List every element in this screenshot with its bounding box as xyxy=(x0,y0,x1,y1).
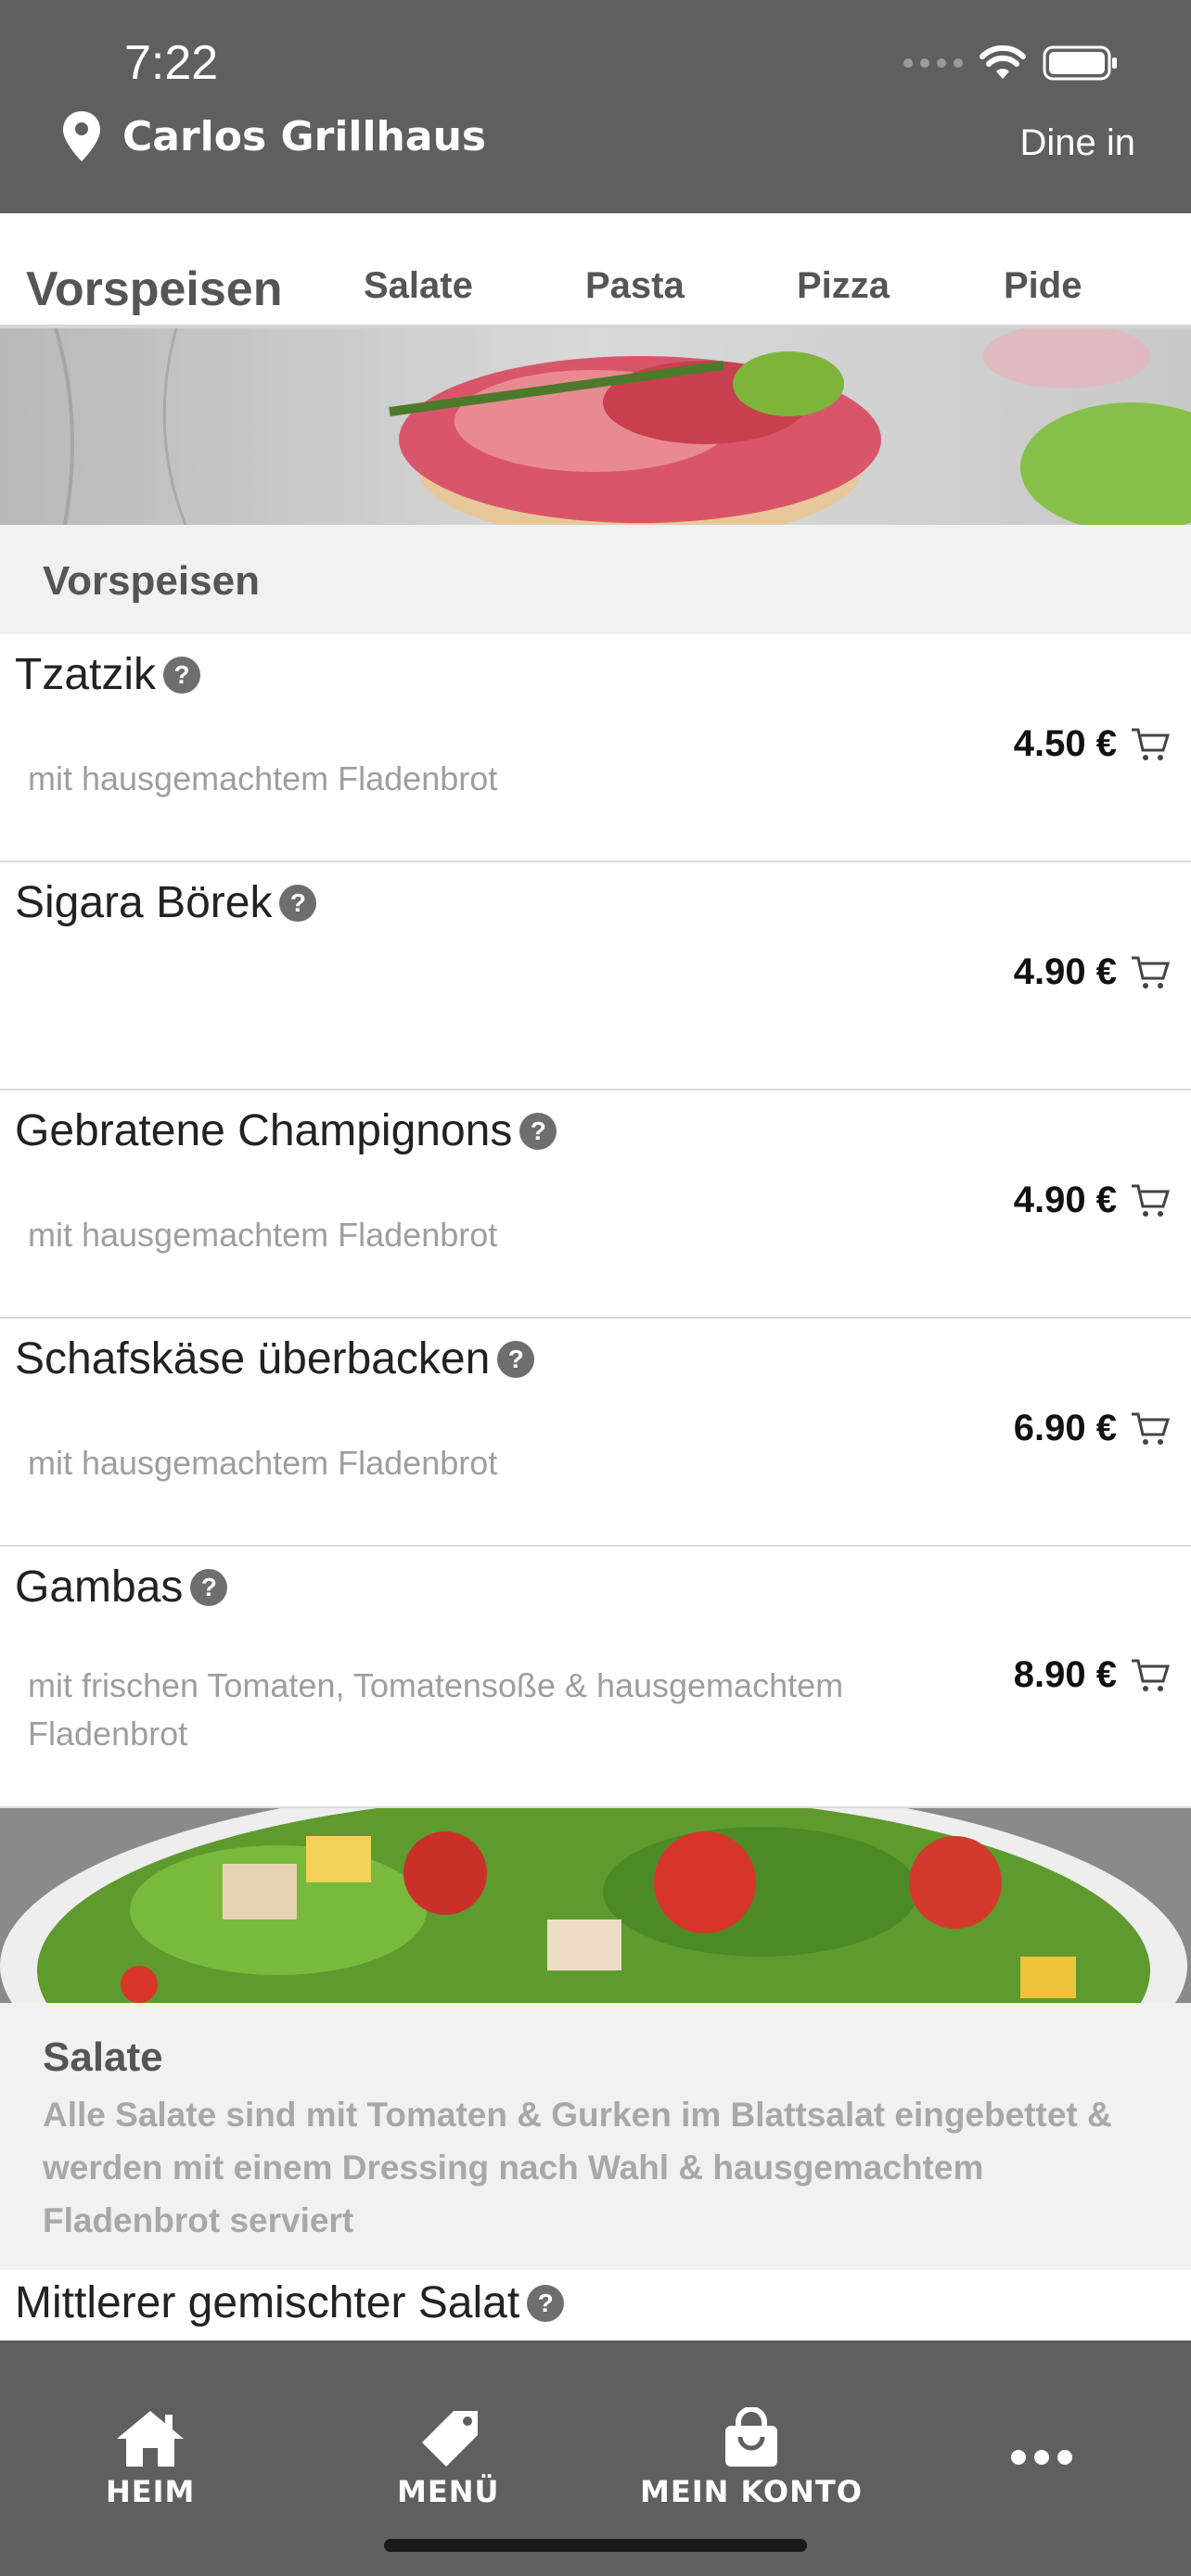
item-description: mit hausgemachtem Fladenbrot xyxy=(28,1444,498,1482)
nav-account[interactable]: MEIN KONTO xyxy=(640,2407,863,2509)
app-header: 7:22 Carlos Grillhaus Dine in xyxy=(0,0,1191,213)
dine-mode-toggle[interactable]: Dine in xyxy=(1019,122,1135,164)
item-name: Gebratene Champignons? xyxy=(15,1105,557,1156)
tab-salate[interactable]: Salate xyxy=(364,265,473,307)
item-price[interactable]: 6.90 € xyxy=(1014,1408,1171,1449)
nav-home[interactable]: HEIM xyxy=(106,2407,195,2509)
item-price[interactable]: 4.90 € xyxy=(1014,1180,1171,1221)
status-time: 7:22 xyxy=(124,36,219,90)
location-pin-icon xyxy=(63,111,100,161)
item-price[interactable]: 8.90 € xyxy=(1014,1654,1171,1696)
menu-item[interactable]: Sigara Börek? 4.90 € xyxy=(0,862,1191,1090)
shopping-bag-icon xyxy=(724,2407,777,2467)
item-name: Mittlerer gemischter Salat? xyxy=(15,2277,565,2328)
item-name: Sigara Börek? xyxy=(15,877,317,928)
nav-menu[interactable]: MENÜ xyxy=(397,2407,499,2509)
cart-icon xyxy=(1132,1184,1171,1217)
nav-label: HEIM xyxy=(106,2474,196,2509)
home-indicator xyxy=(384,2539,807,2552)
item-description: mit hausgemachtem Fladenbrot xyxy=(28,1216,498,1254)
section-header-vorspeisen: Vorspeisen xyxy=(0,525,1191,634)
menu-item[interactable]: Tzatzik? mit hausgemachtem Fladenbrot 4.… xyxy=(0,634,1191,862)
cart-icon xyxy=(1132,1412,1171,1445)
help-icon[interactable]: ? xyxy=(279,884,317,922)
tab-pide[interactable]: Pide xyxy=(1004,265,1082,307)
help-icon[interactable]: ? xyxy=(163,656,201,694)
item-name: Schafskäse überbacken? xyxy=(15,1333,535,1384)
item-description: mit frischen Tomaten, Tomatensoße & haus… xyxy=(28,1666,844,1753)
menu-item[interactable]: Gambas? mit frischen Tomaten, Tomatensoß… xyxy=(0,1547,1191,1808)
item-name: Tzatzik? xyxy=(15,649,201,700)
vorspeisen-banner-image xyxy=(0,328,1191,525)
section-title: Salate xyxy=(43,2034,163,2080)
wifi-icon xyxy=(980,45,1026,79)
section-header-salate: Salate Alle Salate sind mit Tomaten & Gu… xyxy=(0,2003,1191,2270)
home-icon xyxy=(117,2411,185,2467)
status-icons xyxy=(903,45,1119,82)
help-icon[interactable]: ? xyxy=(519,1112,557,1150)
item-description: mit hausgemachtem Fladenbrot xyxy=(28,759,498,797)
tab-vorspeisen[interactable]: Vorspeisen xyxy=(26,261,282,317)
tab-pasta[interactable]: Pasta xyxy=(585,265,685,307)
category-tabs: Vorspeisen Salate Pasta Pizza Pide xyxy=(0,213,1191,328)
salate-banner-image xyxy=(0,1808,1191,2003)
help-icon[interactable]: ? xyxy=(190,1568,228,1606)
item-price[interactable]: 4.50 € xyxy=(1014,723,1171,765)
help-icon[interactable]: ? xyxy=(527,2284,565,2322)
signal-icon xyxy=(903,58,963,68)
item-price[interactable]: 4.90 € xyxy=(1014,951,1171,993)
tab-pizza[interactable]: Pizza xyxy=(797,265,890,307)
battery-icon xyxy=(1043,45,1117,81)
store-name: Carlos Grillhaus xyxy=(122,112,487,160)
cart-icon xyxy=(1132,956,1171,988)
section-description: Alle Salate sind mit Tomaten & Gurken im… xyxy=(43,2096,1112,2239)
menu-item[interactable]: Gebratene Champignons? mit hausgemachtem… xyxy=(0,1090,1191,1319)
nav-label: MEIN KONTO xyxy=(640,2474,863,2509)
help-icon[interactable]: ? xyxy=(497,1340,535,1378)
tag-icon xyxy=(422,2411,479,2467)
item-name: Gambas? xyxy=(15,1562,228,1613)
menu-item[interactable]: Schafskäse überbacken? mit hausgemachtem… xyxy=(0,1319,1191,1547)
store-selector[interactable]: Carlos Grillhaus xyxy=(61,109,486,163)
cart-icon xyxy=(1132,728,1171,760)
more-icon xyxy=(1011,2450,1072,2465)
nav-more[interactable] xyxy=(1009,2448,1074,2467)
section-title: Vorspeisen xyxy=(43,558,260,604)
nav-label: MENÜ xyxy=(397,2474,500,2509)
cart-icon xyxy=(1132,1659,1171,1691)
